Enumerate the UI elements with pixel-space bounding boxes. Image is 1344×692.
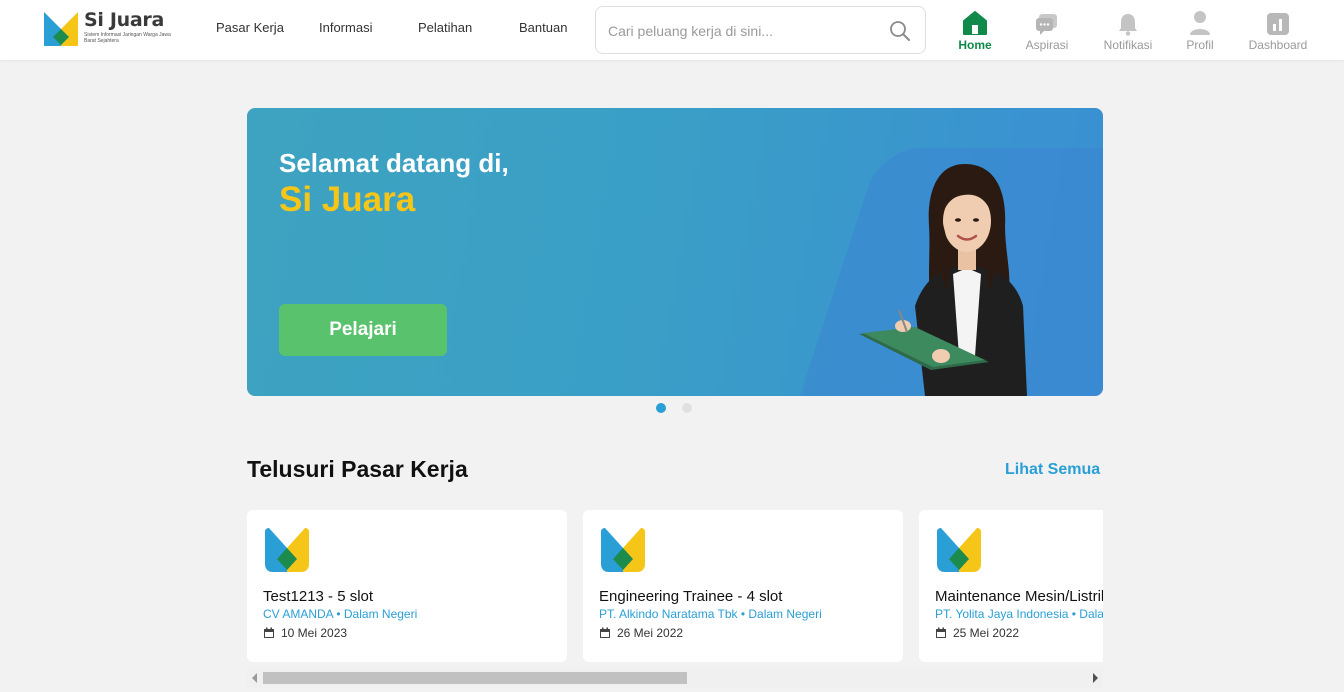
- section-title: Telusuri Pasar Kerja: [247, 456, 468, 482]
- horizontal-scrollbar[interactable]: [247, 668, 1103, 688]
- banner-title: Si Juara: [279, 180, 416, 219]
- site-logo[interactable]: Si Juara Sistem Informasi Jaringan Warga…: [42, 10, 174, 48]
- carousel-dot-2[interactable]: [682, 403, 692, 413]
- nav-notifikasi[interactable]: Notifikasi: [1088, 10, 1168, 52]
- scroll-right-arrow-icon[interactable]: [1093, 673, 1098, 683]
- job-company: PT. Yolita Jaya Indonesia • Dalam Negeri: [935, 607, 1103, 621]
- nav-profil[interactable]: Profil: [1160, 10, 1240, 52]
- job-date: 25 Mei 2022: [953, 626, 1020, 640]
- nav-bantuan[interactable]: Bantuan: [519, 20, 567, 35]
- job-card[interactable]: Engineering Trainee - 4 slot PT. Alkindo…: [583, 510, 903, 662]
- job-card[interactable]: Maintenance Mesin/Listrik PT. Yolita Jay…: [919, 510, 1103, 662]
- calendar-icon: [264, 627, 274, 638]
- nav-pelatihan[interactable]: Pelatihan: [418, 20, 472, 35]
- nav-pasar-kerja[interactable]: Pasar Kerja: [216, 20, 284, 35]
- job-title: Maintenance Mesin/Listrik: [935, 588, 1103, 605]
- carousel-indicators: [656, 403, 692, 413]
- nav-informasi[interactable]: Informasi: [319, 20, 372, 35]
- see-all-link[interactable]: Lihat Semua: [1005, 461, 1100, 479]
- job-date: 10 Mei 2023: [281, 626, 348, 640]
- job-title: Test1213 - 5 slot: [263, 588, 374, 605]
- chart-icon: [1267, 13, 1289, 35]
- logo-subtitle: Sistem Informasi Jaringan Warga Jawa Bar…: [84, 32, 171, 44]
- top-header: Si Juara Sistem Informasi Jaringan Warga…: [0, 0, 1344, 60]
- calendar-icon: [600, 627, 610, 638]
- carousel-dot-1[interactable]: [656, 403, 666, 413]
- hero-banner: Selamat datang di, Si Juara Pelajari: [247, 108, 1103, 396]
- nav-dashboard[interactable]: Dashboard: [1238, 10, 1318, 52]
- banner-greeting: Selamat datang di,: [279, 148, 509, 178]
- search-input[interactable]: [608, 19, 878, 43]
- job-title: Engineering Trainee - 4 slot: [599, 588, 783, 605]
- search-icon[interactable]: [889, 20, 911, 42]
- job-card[interactable]: Test1213 - 5 slot CV AMANDA • Dalam Nege…: [247, 510, 567, 662]
- job-date: 26 Mei 2022: [617, 626, 684, 640]
- scroll-left-arrow-icon[interactable]: [252, 673, 257, 683]
- learn-more-button[interactable]: Pelajari: [279, 304, 447, 356]
- businesswoman-illustration: [859, 164, 1027, 396]
- nav-profil-label: Profil: [1186, 38, 1214, 52]
- chat-icon: [1036, 14, 1057, 35]
- calendar-icon: [936, 627, 946, 638]
- company-logo-icon: [601, 528, 645, 572]
- scrollbar-thumb[interactable]: [263, 672, 687, 684]
- bell-icon: [1119, 14, 1137, 36]
- job-company: PT. Alkindo Naratama Tbk • Dalam Negeri: [599, 607, 822, 621]
- search-box: [595, 6, 926, 54]
- nav-home-label: Home: [958, 38, 992, 52]
- nav-aspirasi[interactable]: Aspirasi: [1007, 10, 1087, 52]
- home-icon: [963, 11, 987, 35]
- company-logo-icon: [265, 528, 309, 572]
- company-logo-icon: [937, 528, 981, 572]
- nav-notifikasi-label: Notifikasi: [1103, 38, 1153, 52]
- user-icon: [1190, 11, 1210, 35]
- logo-mark-icon: [44, 12, 78, 46]
- nav-home[interactable]: Home: [935, 10, 1015, 52]
- nav-aspirasi-label: Aspirasi: [1025, 38, 1069, 52]
- nav-dashboard-label: Dashboard: [1248, 38, 1308, 52]
- job-cards-row: Test1213 - 5 slot CV AMANDA • Dalam Nege…: [247, 510, 1103, 662]
- logo-title: Si Juara: [84, 9, 165, 31]
- job-company: CV AMANDA • Dalam Negeri: [263, 607, 418, 621]
